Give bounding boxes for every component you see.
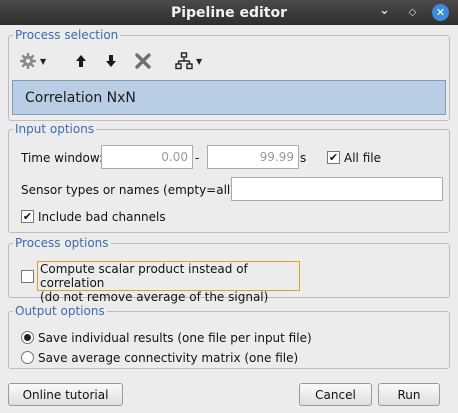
process-selection-title: Process selection (13, 27, 121, 43)
arrow-up-icon (76, 55, 86, 67)
delete-process-button[interactable] (134, 50, 152, 72)
output-options-title: Output options (13, 303, 107, 319)
process-selection-group: Process selection ▼ ▼ Correlation NxN (8, 27, 450, 121)
run-button[interactable]: Run (378, 383, 440, 406)
output-options-group: Output options Save individual results (… (8, 303, 450, 369)
include-bad-channels-label: Include bad channels (38, 210, 166, 224)
gear-icon (20, 53, 36, 69)
save-individual-radio[interactable] (21, 331, 34, 344)
save-individual-label: Save individual results (one file per in… (38, 331, 312, 345)
time-unit-label: s (300, 151, 307, 165)
process-options-group: Process options Compute scalar product i… (8, 235, 450, 304)
save-average-label: Save average connectivity matrix (one fi… (38, 351, 299, 365)
process-list-item[interactable]: Correlation NxN (12, 80, 446, 115)
sensor-types-label: Sensor types or names (empty=all): (21, 183, 239, 197)
arrow-down-icon (106, 55, 116, 67)
save-average-radio[interactable] (21, 351, 34, 364)
radio-selected-dot (24, 334, 31, 341)
time-start-field[interactable] (101, 145, 193, 169)
scalar-product-label-line1: Compute scalar product instead of correl… (40, 262, 248, 290)
sensor-types-field[interactable] (231, 177, 443, 201)
window-title: Pipeline editor (170, 4, 288, 21)
input-options-title: Input options (13, 121, 97, 137)
time-separator: - (195, 151, 200, 165)
input-options-group: Input options Time window: - s ✔ All fil… (8, 121, 450, 233)
close-button[interactable]: ✕ (432, 4, 449, 21)
process-options-title: Process options (13, 235, 111, 251)
title-bar: Pipeline editor ⌄ ◇ ✕ (0, 0, 458, 25)
selected-process-label: Correlation NxN (25, 89, 136, 106)
chevron-down-icon: ▼ (196, 56, 203, 66)
all-file-label: All file (344, 151, 381, 165)
gear-menu-button[interactable]: ▼ (19, 50, 46, 72)
online-tutorial-button[interactable]: Online tutorial (8, 383, 123, 406)
pipeline-tree-icon (175, 52, 193, 70)
all-file-checkbox[interactable]: ✔ (327, 151, 340, 164)
include-bad-channels-checkbox[interactable]: ✔ (21, 210, 34, 223)
scalar-product-label: Compute scalar product instead of correl… (40, 262, 299, 304)
scalar-product-option[interactable]: Compute scalar product instead of correl… (37, 261, 300, 304)
move-up-button[interactable] (74, 50, 88, 72)
cancel-button[interactable]: Cancel (299, 383, 372, 406)
scalar-product-label-line2: (do not remove average of the signal) (40, 290, 269, 304)
time-window-label: Time window: (21, 151, 104, 165)
move-down-button[interactable] (104, 50, 118, 72)
pipeline-tree-menu-button[interactable]: ▼ (175, 50, 202, 72)
minimize-button[interactable]: ⌄ (376, 2, 393, 19)
delete-icon (135, 53, 151, 69)
time-end-field[interactable] (207, 145, 299, 169)
scalar-product-checkbox[interactable] (21, 270, 34, 283)
chevron-down-icon: ▼ (40, 56, 47, 66)
pipeline-editor-window: Pipeline editor ⌄ ◇ ✕ Process selection (0, 0, 458, 413)
maximize-button[interactable]: ◇ (404, 4, 421, 21)
